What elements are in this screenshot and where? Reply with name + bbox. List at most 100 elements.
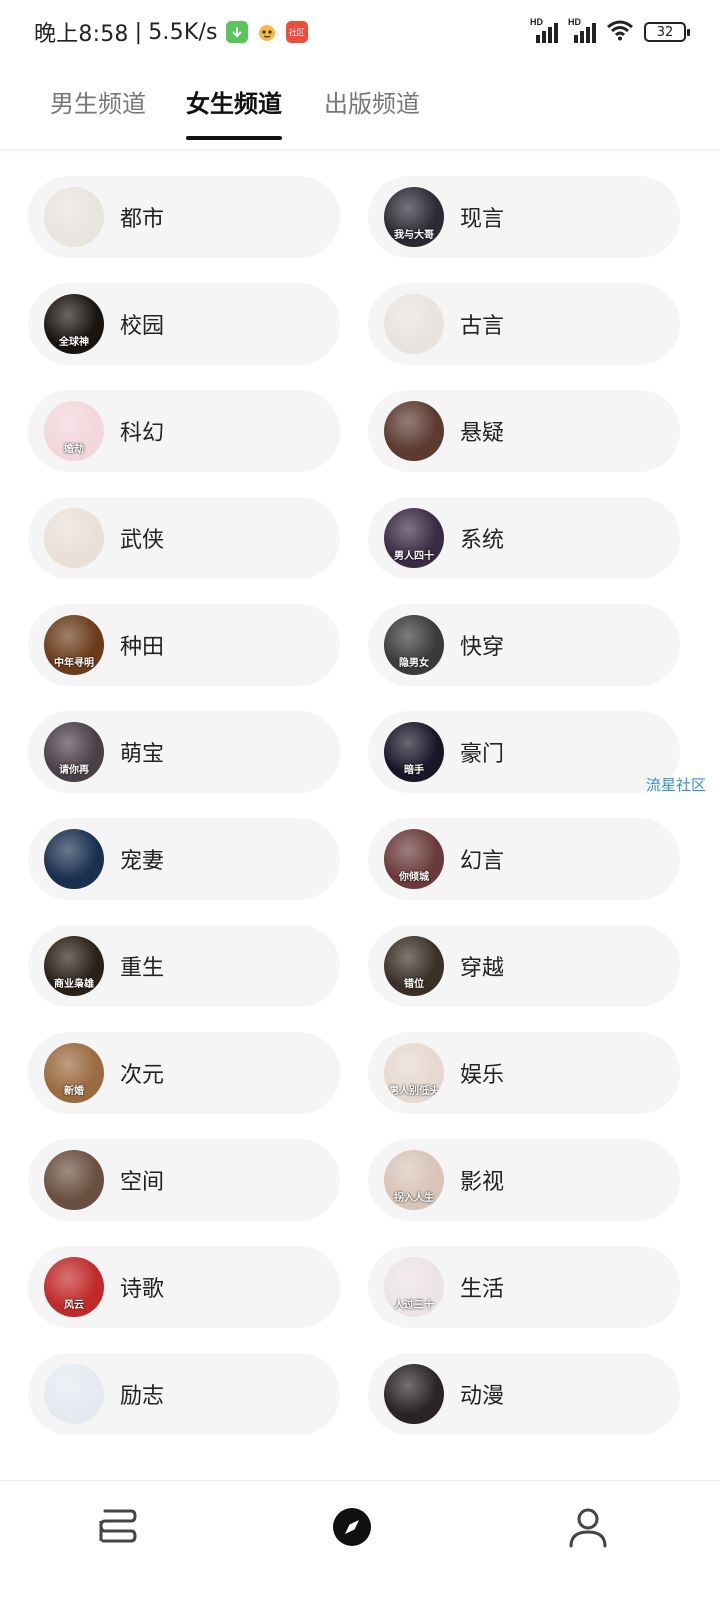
battery-icon: 32 [644, 22, 690, 42]
wifi-icon [606, 19, 634, 45]
category-item[interactable]: 隐男女 快穿 [368, 604, 680, 686]
category-item[interactable]: 空间 [28, 1139, 340, 1221]
category-label: 诗歌 [120, 1277, 165, 1302]
tab-publish-channel[interactable]: 出版频道 [324, 84, 420, 140]
signal-icon: HD [530, 17, 558, 43]
category-item[interactable]: 风云 诗歌 [28, 1246, 340, 1328]
category-item[interactable]: 励志 [28, 1353, 340, 1435]
category-label: 豪门 [460, 742, 505, 767]
category-label: 萌宝 [120, 742, 165, 767]
category-item[interactable]: 拐入人生 影视 [368, 1139, 680, 1221]
cover-title-text: 请你再 [59, 765, 89, 776]
category-item[interactable]: 悬疑 [368, 390, 680, 472]
category-item[interactable]: 请你再 萌宝 [28, 711, 340, 793]
category-label: 娱乐 [460, 1063, 505, 1088]
category-cover-image: 你倾城 [384, 829, 444, 889]
category-label: 种田 [120, 635, 165, 660]
category-label: 悬疑 [460, 421, 505, 446]
category-item[interactable]: 商业枭雄 重生 [28, 925, 340, 1007]
cover-title-text: 人过三十 [394, 1300, 434, 1311]
category-cover-image: 风云 [44, 1257, 104, 1317]
bookshelf-icon[interactable] [96, 1505, 140, 1549]
category-item[interactable]: 武侠 [28, 497, 340, 579]
download-icon [225, 21, 248, 43]
category-cover-image [384, 294, 444, 354]
category-label: 动漫 [460, 1384, 505, 1409]
status-right: HD HD 32 [530, 16, 690, 48]
category-cover-image [384, 401, 444, 461]
category-cover-image: 请你再 [44, 722, 104, 782]
category-cover-image [44, 187, 104, 247]
category-item[interactable]: 都市 [28, 176, 340, 258]
category-cover-image: 男人别低头 [384, 1043, 444, 1103]
category-item[interactable]: 男人四十 系统 [368, 497, 680, 579]
cover-title-text: 拐入人生 [394, 1193, 434, 1204]
category-label: 系统 [460, 528, 505, 553]
category-grid: 都市 我与大哥 现言 全球神 校园 古言 婚劫 科幻 悬疑 武侠 男人四十 系统 中年寻明 种田 隐男女 快穿… [28, 176, 680, 1435]
cover-title-text: 你倾城 [399, 872, 429, 883]
category-cover-image: 隐男女 [384, 615, 444, 675]
category-item[interactable]: 全球神 校园 [28, 283, 340, 365]
profile-icon[interactable] [566, 1505, 610, 1549]
category-item[interactable]: 宠妻 [28, 818, 340, 900]
category-label: 快穿 [460, 635, 505, 660]
category-label: 次元 [120, 1063, 165, 1088]
category-item[interactable]: 暗手 豪门 [368, 711, 680, 793]
network-speed: 5.5K/s [148, 19, 218, 45]
cover-title-text: 新婚 [64, 1086, 84, 1097]
category-cover-image: 中年寻明 [44, 615, 104, 675]
signal-icon-2: HD [568, 17, 596, 43]
status-time: 晚上8:58 [34, 22, 129, 47]
category-cover-image: 商业枭雄 [44, 936, 104, 996]
category-label: 空间 [120, 1170, 165, 1195]
compass-icon[interactable] [330, 1505, 374, 1549]
category-label: 穿越 [460, 956, 505, 981]
category-cover-image [44, 508, 104, 568]
category-cover-image [384, 1364, 444, 1424]
category-item[interactable]: 男人别低头 娱乐 [368, 1032, 680, 1114]
category-cover-image: 新婚 [44, 1043, 104, 1103]
category-item[interactable]: 新婚 次元 [28, 1032, 340, 1114]
active-tab-indicator [186, 136, 282, 140]
category-label: 科幻 [120, 421, 165, 446]
cover-title-text: 全球神 [59, 337, 89, 348]
category-label: 武侠 [120, 528, 165, 553]
category-item[interactable]: 错位 穿越 [368, 925, 680, 1007]
channel-tabs: 男生频道 女生频道 出版频道 [0, 64, 720, 150]
cover-title-text: 暗手 [404, 765, 424, 776]
category-label: 古言 [460, 314, 505, 339]
category-label: 都市 [120, 207, 165, 232]
tab-male-channel[interactable]: 男生频道 [50, 84, 146, 140]
cover-title-text: 男人四十 [394, 551, 434, 562]
category-item[interactable]: 古言 [368, 283, 680, 365]
cover-title-text: 风云 [64, 1300, 84, 1311]
category-label: 影视 [460, 1170, 505, 1195]
category-item[interactable]: 婚劫 科幻 [28, 390, 340, 472]
cover-title-text: 商业枭雄 [54, 979, 94, 990]
cover-title-text: 错位 [404, 979, 424, 990]
category-item[interactable]: 中年寻明 种田 [28, 604, 340, 686]
category-label: 宠妻 [120, 849, 165, 874]
category-label: 现言 [460, 207, 505, 232]
category-item[interactable]: 动漫 [368, 1353, 680, 1435]
category-label: 励志 [120, 1384, 165, 1409]
category-label: 校园 [120, 314, 165, 339]
category-item[interactable]: 人过三十 生活 [368, 1246, 680, 1328]
category-label: 重生 [120, 956, 165, 981]
category-item[interactable]: 我与大哥 现言 [368, 176, 680, 258]
community-app-icon: 社区 [285, 21, 308, 43]
category-cover-image: 拐入人生 [384, 1150, 444, 1210]
tab-female-channel[interactable]: 女生频道 [186, 84, 282, 140]
cover-title-text: 婚劫 [64, 444, 84, 455]
category-item[interactable]: 你倾城 幻言 [368, 818, 680, 900]
category-cover-image: 暗手 [384, 722, 444, 782]
cover-title-text: 男人别低头 [389, 1086, 439, 1097]
category-cover-image [44, 1364, 104, 1424]
status-separator: | [134, 19, 143, 45]
category-cover-image [44, 829, 104, 889]
category-label: 生活 [460, 1277, 505, 1302]
bottom-nav [0, 1480, 720, 1600]
cover-title-text: 隐男女 [399, 658, 429, 669]
category-cover-image: 全球神 [44, 294, 104, 354]
category-cover-image: 错位 [384, 936, 444, 996]
